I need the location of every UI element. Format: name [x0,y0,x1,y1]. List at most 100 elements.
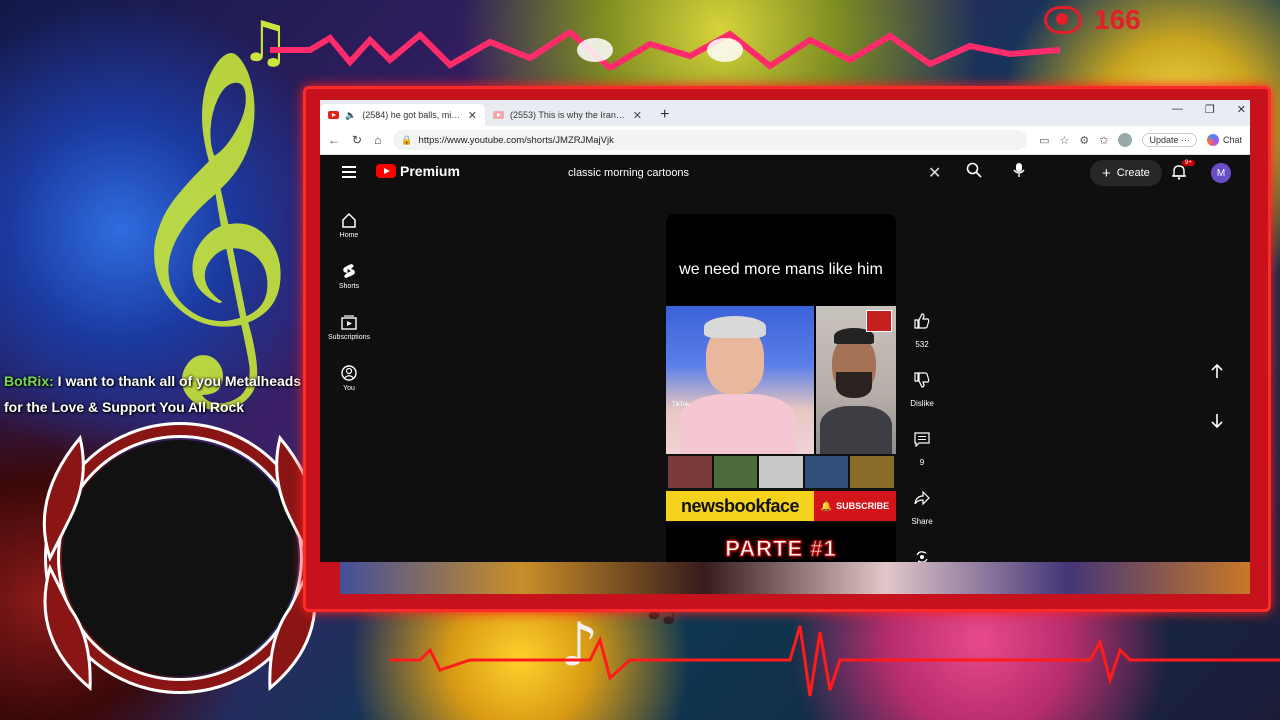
guide-item-subscriptions[interactable]: Subscriptions [320,302,378,353]
shorts-icon [343,264,355,278]
dislike-label: Dislike [910,399,934,408]
window-controls: — ❐ ✕ [1172,103,1246,116]
profile-avatar[interactable] [1118,133,1133,147]
like-action: 532 [902,306,942,349]
subscribe-overlay: 🔔 SUBSCRIBE [814,491,896,521]
browser-tab[interactable]: (2553) This is why the Iranians are ✕ [485,104,650,126]
favorites-icon[interactable]: ✩ [1099,134,1108,147]
youtube-header: Premium classic morning cartoons ✕ + Cre… [320,154,1250,194]
close-window-icon[interactable]: ✕ [1237,103,1246,116]
remix-action [902,542,942,562]
refresh-icon[interactable]: ↻ [352,133,362,147]
tab-bar: 🔈 (2584) he got balls, mi respet ✕ (2553… [320,100,1250,126]
extensions-icon[interactable]: ⚙ [1079,134,1089,147]
lock-icon: 🔒 [401,134,413,145]
search-input[interactable]: classic morning cartoons [568,167,689,179]
menu-icon[interactable] [342,166,356,181]
short-video[interactable]: TikTok newsbookface 🔔 SUBSCRIBE [666,306,896,522]
favorite-star-icon[interactable]: ☆ [1059,134,1069,147]
create-label: Create [1116,167,1150,179]
arrow-up-icon [1211,363,1223,378]
share-label: Share [911,517,933,526]
close-tab-icon[interactable]: ✕ [633,109,642,122]
eye-icon [1044,6,1082,34]
tiktok-watermark: TikTok [672,402,690,408]
audio-waveform-bottom [390,625,1280,697]
next-short-button[interactable] [1202,406,1232,436]
dislike-action: Dislike [902,365,942,408]
clear-search-icon[interactable]: ✕ [928,163,941,183]
share-icon [914,490,930,506]
bell-icon: 🔔 [820,500,833,511]
create-button[interactable]: + Create [1090,160,1162,186]
remix-button[interactable] [907,542,937,562]
guide-label: Shorts [338,283,360,290]
subscribe-label: SUBSCRIBE [836,501,890,511]
guide-label: You [343,385,355,392]
treble-clef-decoration: 𝄞 [118,45,296,394]
restore-icon[interactable]: ❐ [1205,103,1215,116]
guide-item-you[interactable]: You [320,353,378,404]
copilot-button[interactable]: Chat [1206,134,1242,146]
home-icon[interactable]: ⌂ [374,133,381,147]
video-left-person: TikTok [666,306,814,454]
update-button[interactable]: Update ··· [1142,133,1197,147]
youtube-logo[interactable]: Premium [376,163,460,179]
shorts-navigation [1202,356,1232,456]
previous-short-button[interactable] [1202,356,1232,386]
guide-label: Home [339,232,359,239]
guide-label: Subscriptions [327,334,371,341]
url-field[interactable]: 🔒 https://www.youtube.com/shorts/JMZRJMa… [393,130,1028,150]
chat-user: BotRix: [4,373,54,389]
remix-icon [916,551,928,562]
tab-label: (2553) This is why the Iranians are [510,110,627,120]
browser-toolbar-right: ▭ ☆ ⚙ ✩ Update ··· Chat [1039,133,1242,147]
short-actions: 532 Dislike 9 Share [902,306,942,562]
copilot-icon [1206,134,1219,146]
comment-count: 9 [919,458,925,467]
thumbnail-strip [666,454,896,490]
notifications-bell-icon[interactable] [1172,164,1186,180]
close-tab-icon[interactable]: ✕ [468,109,477,122]
like-button[interactable] [907,306,937,336]
comment-icon [914,432,930,447]
search-icon[interactable] [966,162,982,178]
comments-button[interactable] [907,424,937,454]
short-player[interactable]: we need more mans like him TikTok newsbo… [666,214,896,562]
minimize-icon[interactable]: — [1172,103,1183,116]
channel-badge-icon [866,310,892,332]
share-button[interactable] [907,483,937,513]
new-tab-button[interactable]: + [650,104,679,126]
short-caption: we need more mans like him [679,261,883,278]
guide-item-home[interactable]: Home [320,200,378,251]
video-right-person [816,306,896,454]
browser-tab-active[interactable]: 🔈 (2584) he got balls, mi respet ✕ [320,104,485,126]
youtube-favicon-icon [328,111,339,119]
home-icon [342,212,356,228]
share-action: Share [902,483,942,526]
microphone-icon[interactable] [1012,162,1026,178]
channel-banner: newsbookface 🔔 SUBSCRIBE [666,490,896,522]
split-screen-icon[interactable]: ▭ [1039,134,1049,147]
viewer-count: 166 [1094,4,1141,35]
tab-label: (2584) he got balls, mi respet [362,110,462,120]
graffiti-strip-decoration [340,562,1250,594]
search-box[interactable]: classic morning cartoons ✕ [558,158,958,188]
channel-name: newsbookface [666,491,814,521]
dislike-button[interactable] [907,365,937,395]
youtube-logo-icon [376,164,396,178]
guide-item-shorts[interactable]: Shorts [320,251,378,302]
back-icon[interactable]: ← [328,133,340,147]
notification-badge: 9+ [1182,160,1195,166]
browser-window: 🔈 (2584) he got balls, mi respet ✕ (2553… [320,100,1250,562]
like-count: 532 [915,340,929,349]
thumbs-up-icon [914,313,930,329]
user-avatar[interactable]: M [1211,163,1231,183]
url-text: https://www.youtube.com/shorts/JMZRJMajV… [418,134,614,146]
audio-waveform-top [270,30,1060,70]
webcam-tribal-frame [42,422,318,694]
thumbs-down-icon [914,372,930,388]
you-icon [341,365,357,381]
youtube-favicon-icon [493,111,504,119]
arrow-down-icon [1211,414,1223,429]
